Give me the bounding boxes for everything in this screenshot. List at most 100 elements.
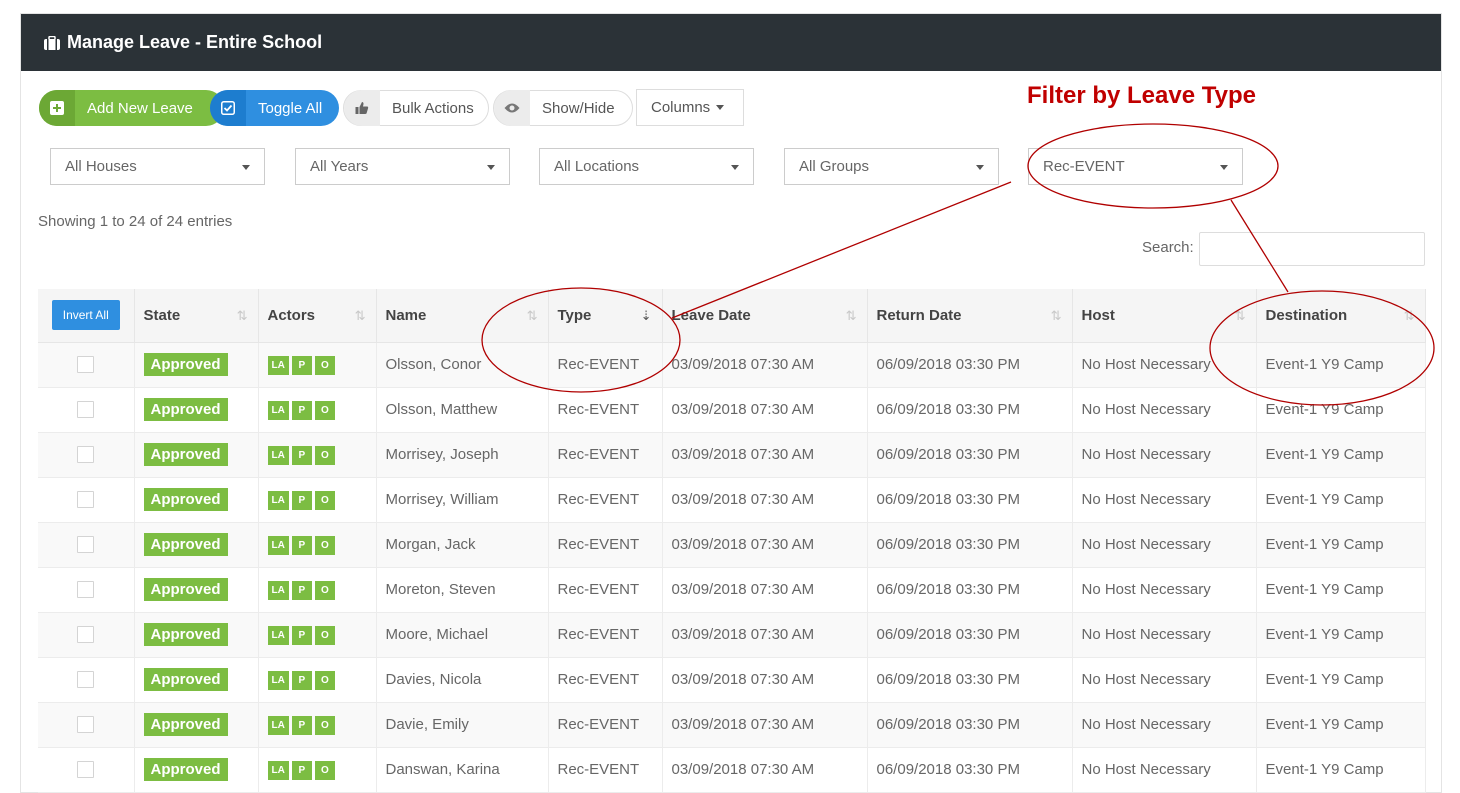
table-row[interactable]: Approved LA P O Davies, Nicola Rec-EVENT 03/09… <box>38 657 1426 703</box>
caret-down-icon <box>242 165 250 170</box>
table-row[interactable]: Approved LA P O Morrisey, Joseph Rec-EVENT 03/… <box>38 432 1426 478</box>
table-row[interactable]: Approved LA P O Morgan, Jack Rec-EVENT 03/09/2… <box>38 522 1426 568</box>
return-date-cell: 06/09/2018 03:30 PM <box>867 477 1073 523</box>
row-checkbox[interactable] <box>77 761 95 778</box>
return-date-cell: 06/09/2018 03:30 PM <box>867 387 1073 433</box>
locations-filter-select[interactable]: All Locations <box>539 148 754 185</box>
name-cell: Davie, Emily <box>376 702 549 748</box>
leave-date-cell: 03/09/2018 07:30 AM <box>662 567 868 613</box>
actor-badge-o: O <box>314 625 335 645</box>
row-checkbox[interactable] <box>77 356 95 373</box>
state-cell: Approved <box>134 567 259 613</box>
return-date-cell: 06/09/2018 03:30 PM <box>867 432 1073 478</box>
table-row[interactable]: Approved LA P O Morrisey, William Rec-EVENT 03… <box>38 477 1426 523</box>
status-badge: Approved <box>143 623 228 646</box>
actor-badge-o: O <box>314 670 335 690</box>
row-checkbox[interactable] <box>77 401 95 418</box>
type-cell: Rec-EVENT <box>548 342 663 388</box>
destination-cell: Event-1 Y9 Camp <box>1256 387 1426 433</box>
column-header-state[interactable]: State ⇅ <box>134 289 259 343</box>
actors-cell: LA P O <box>258 522 377 568</box>
search-input[interactable] <box>1199 232 1425 266</box>
groups-filter-select[interactable]: All Groups <box>784 148 999 185</box>
table-row[interactable]: Approved LA P O Moore, Michael Rec-EVENT 03/09… <box>38 612 1426 658</box>
column-header-type[interactable]: Type ⇣ <box>548 289 663 343</box>
host-cell: No Host Necessary <box>1072 432 1257 478</box>
actor-badge-p: P <box>291 760 312 780</box>
state-cell: Approved <box>134 702 259 748</box>
column-header-leave-date[interactable]: Leave Date ⇅ <box>662 289 868 343</box>
return-date-cell: 06/09/2018 03:30 PM <box>867 702 1073 748</box>
sort-icon: ⇅ <box>236 308 248 323</box>
column-header-actors[interactable]: Actors ⇅ <box>258 289 377 343</box>
return-date-cell: 06/09/2018 03:30 PM <box>867 747 1073 793</box>
row-checkbox[interactable] <box>77 671 95 688</box>
destination-cell: Event-1 Y9 Camp <box>1256 612 1426 658</box>
actor-badge-la: LA <box>267 355 289 375</box>
table-row[interactable]: Approved LA P O Danswan, Karina Rec-EVENT 03/0… <box>38 747 1426 793</box>
row-checkbox[interactable] <box>77 446 95 463</box>
column-header-host[interactable]: Host ⇅ <box>1072 289 1257 343</box>
houses-filter-select[interactable]: All Houses <box>50 148 265 185</box>
status-badge: Approved <box>143 713 228 736</box>
column-header-destination[interactable]: Destination ⇅ <box>1256 289 1426 343</box>
leave-date-cell: 03/09/2018 07:30 AM <box>662 747 868 793</box>
leave-date-cell: 03/09/2018 07:30 AM <box>662 657 868 703</box>
column-header-name[interactable]: Name ⇅ <box>376 289 549 343</box>
actor-badge-o: O <box>314 355 335 375</box>
actor-badge-p: P <box>291 490 312 510</box>
row-checkbox[interactable] <box>77 536 95 553</box>
add-new-leave-button[interactable]: Add New Leave <box>39 90 224 126</box>
table-row[interactable]: Approved LA P O Davie, Emily Rec-EVENT 03/09/2… <box>38 702 1426 748</box>
table-row[interactable]: Approved LA P O Olsson, Conor Rec-EVENT 03/09/… <box>38 342 1426 388</box>
caret-down-icon <box>731 165 739 170</box>
actor-badge-p: P <box>291 580 312 600</box>
actors-cell: LA P O <box>258 612 377 658</box>
table-row[interactable]: Approved LA P O Olsson, Matthew Rec-EVENT 03/0… <box>38 387 1426 433</box>
actor-badge-la: LA <box>267 490 289 510</box>
name-cell: Morgan, Jack <box>376 522 549 568</box>
row-checkbox[interactable] <box>77 716 95 733</box>
destination-cell: Event-1 Y9 Camp <box>1256 702 1426 748</box>
status-badge: Approved <box>143 668 228 691</box>
column-header-return-date[interactable]: Return Date ⇅ <box>867 289 1073 343</box>
actor-badge-o: O <box>314 445 335 465</box>
host-cell: No Host Necessary <box>1072 522 1257 568</box>
state-cell: Approved <box>134 612 259 658</box>
sort-icon: ⇅ <box>526 308 538 323</box>
row-select-cell <box>38 612 135 658</box>
actor-badge-o: O <box>314 490 335 510</box>
leave-type-filter-select[interactable]: Rec-EVENT <box>1028 148 1243 185</box>
columns-dropdown[interactable]: Columns <box>636 89 744 126</box>
destination-cell: Event-1 Y9 Camp <box>1256 477 1426 523</box>
years-filter-select[interactable]: All Years <box>295 148 510 185</box>
actor-badge-la: LA <box>267 670 289 690</box>
check-square-icon <box>210 90 246 126</box>
type-cell: Rec-EVENT <box>548 477 663 523</box>
destination-cell: Event-1 Y9 Camp <box>1256 342 1426 388</box>
manage-leave-panel: Manage Leave - Entire School Add New Lea… <box>20 13 1442 793</box>
bulk-actions-button[interactable]: Bulk Actions <box>343 90 489 126</box>
destination-cell: Event-1 Y9 Camp <box>1256 747 1426 793</box>
show-hide-button[interactable]: Show/Hide <box>493 90 633 126</box>
row-select-cell <box>38 702 135 748</box>
destination-cell: Event-1 Y9 Camp <box>1256 432 1426 478</box>
actor-badge-o: O <box>314 535 335 555</box>
table-row[interactable]: Approved LA P O Moreton, Steven Rec-EVENT 03/0… <box>38 567 1426 613</box>
status-badge: Approved <box>143 443 228 466</box>
invert-all-button[interactable]: Invert All <box>51 300 120 331</box>
row-checkbox[interactable] <box>77 491 95 508</box>
state-cell: Approved <box>134 657 259 703</box>
name-cell: Moore, Michael <box>376 612 549 658</box>
type-cell: Rec-EVENT <box>548 432 663 478</box>
actor-badge-la: LA <box>267 580 289 600</box>
row-checkbox[interactable] <box>77 626 95 643</box>
type-cell: Rec-EVENT <box>548 702 663 748</box>
actor-badge-la: LA <box>267 400 289 420</box>
return-date-cell: 06/09/2018 03:30 PM <box>867 657 1073 703</box>
toggle-all-button[interactable]: Toggle All <box>210 90 339 126</box>
row-select-cell <box>38 342 135 388</box>
row-checkbox[interactable] <box>77 581 95 598</box>
actors-cell: LA P O <box>258 747 377 793</box>
actor-badge-p: P <box>291 670 312 690</box>
